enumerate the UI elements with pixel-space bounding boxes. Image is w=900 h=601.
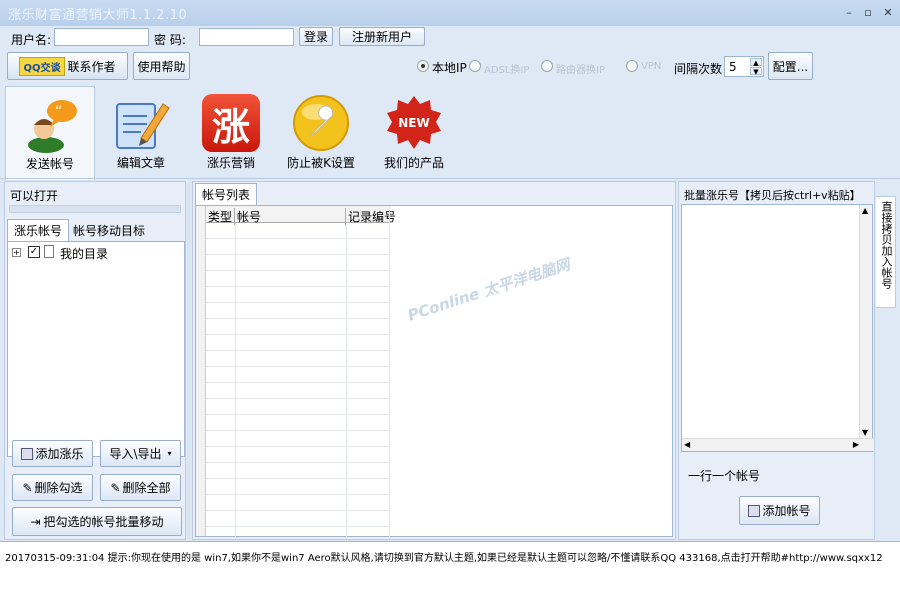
add-icon [748,504,761,517]
qq-contact-button[interactable]: QQ交谈 联系作者 [7,52,128,80]
stepper-down-icon[interactable]: ▼ [750,67,762,76]
add-account-button[interactable]: 添加帐号 [739,496,820,525]
delete-all-button[interactable]: ✎ 删除全部 [100,474,181,501]
tab-zhangle-accounts[interactable]: 涨乐帐号 [7,219,70,241]
minimize-icon[interactable]: – [841,6,857,20]
batch-account-textarea[interactable]: ▲ ▼ ◀ ▶ [681,204,874,452]
config-button[interactable]: 配置... [768,52,813,80]
vpn-radio[interactable] [626,60,638,72]
scroll-left-icon[interactable]: ◀ [684,440,690,449]
tool-label: 防止被K设置 [287,156,355,170]
register-button[interactable]: 注册新用户 [339,27,425,46]
side-tab-direct-copy[interactable]: 直接拷贝加入帐号 [876,196,896,308]
center-panel: 帐号列表 类型 帐号 记录编号 PConline 太平洋电脑网 [192,181,676,540]
zhang-glyph: 涨 [211,104,250,149]
router-ip-radio[interactable] [541,60,553,72]
tool-our-products[interactable]: NEW 我们的产品 [370,86,458,178]
close-icon[interactable]: ✕ [880,6,896,20]
svg-text:“: “ [55,104,62,120]
import-export-button[interactable]: 导入\导出 ▾ [100,440,181,467]
username-input[interactable] [54,28,149,46]
right-panel-title: 批量涨乐号【拷贝后按ctrl+v粘贴】 [684,189,861,202]
login-button[interactable]: 登录 [299,27,333,46]
title-bar: 涨乐财富通营销大师1.1.2.10 – ▫ ✕ [0,0,900,26]
contact-author-label: 联系作者 [67,59,116,74]
scroll-right-icon[interactable]: ▶ [853,440,859,449]
right-panel: 批量涨乐号【拷贝后按ctrl+v粘贴】 ▲ ▼ ◀ ▶ 一行一个帐号 添加帐号 [678,181,875,540]
tree-checkbox[interactable]: ✓ [28,246,40,258]
tab-account-list[interactable]: 帐号列表 [195,183,258,205]
tool-label: 编辑文章 [116,156,165,170]
username-label: 用户名: [11,33,52,47]
move-icon: ⇥ [30,514,41,529]
left-panel: 可以打开 涨乐帐号 帐号移动目标 + ✓ 我的目录 添加涨乐 导入\导出 ▾ ✎ 删… [4,181,186,540]
hint-one-per-line: 一行一个帐号 [688,469,761,483]
add-icon [21,447,34,460]
account-tree: + ✓ 我的目录 [7,241,185,457]
interval-value: 5 [729,60,737,74]
account-table: 类型 帐号 记录编号 PConline 太平洋电脑网 [195,205,673,537]
progress-bar [9,205,181,213]
side-tab-label: 直接拷贝加入帐号 [880,201,893,289]
row-header-strip [196,206,206,536]
dropdown-icon: ▾ [167,449,172,458]
scroll-up-icon[interactable]: ▲ [862,206,868,215]
maximize-icon[interactable]: ▫ [860,6,876,20]
horizontal-scrollbar[interactable]: ◀ ▶ [682,438,874,451]
tool-label: 我们的产品 [383,156,444,170]
tab-move-target[interactable]: 帐号移动目标 [73,222,145,239]
toolbar-divider [0,178,900,179]
batch-move-button[interactable]: ⇥ 把勾选的帐号批量移动 [12,507,182,536]
tool-zhangle-marketing[interactable]: 涨 涨乐营销 [187,86,275,178]
password-input[interactable] [199,28,294,46]
function-toolbar: “ 发送帐号 编辑文章 涨 涨乐营销 防止被K设置 NEW 我们的产品 [0,84,900,180]
watermark: PConline 太平洋电脑网 [405,255,573,325]
delete-checked-button[interactable]: ✎ 删除勾选 [12,474,93,501]
table-rows [206,223,390,537]
qq-chat-icon: QQ交谈 [19,56,65,76]
eraser-icon: ✎ [22,480,33,495]
interval-label: 间隔次数 [674,62,723,76]
new-badge-text: NEW [398,116,429,130]
eraser-icon: ✎ [110,480,121,495]
expand-icon[interactable]: + [12,248,21,257]
left-panel-title: 可以打开 [10,189,59,203]
status-log: 20170315-09:31:04 提示:你现在使用的是 win7,如果你不是w… [0,541,900,601]
adsl-ip-radio[interactable] [469,60,481,72]
tree-item-label: 我的目录 [60,247,109,261]
tool-send-account[interactable]: “ 发送帐号 [5,86,95,180]
wrench-icon [293,95,349,151]
stepper-up-icon[interactable]: ▲ [750,58,762,67]
router-ip-label: 路由器换IP [556,65,605,76]
splitter-handle[interactable] [187,181,191,540]
password-label: 密 码: [154,33,186,47]
new-badge-icon: NEW [387,96,441,149]
table-header: 类型 帐号 记录编号 [206,206,396,225]
file-icon [44,245,54,258]
user-chat-icon: “ [28,100,77,153]
local-ip-radio[interactable] [417,60,429,72]
tool-edit-article[interactable]: 编辑文章 [97,86,185,178]
zhang-logo-icon: 涨 [202,94,260,152]
log-line: 20170315-09:31:04 提示:你现在使用的是 win7,如果你不是w… [5,553,883,564]
edit-document-icon [116,103,170,149]
vpn-label: VPN [641,61,662,72]
help-button[interactable]: 使用帮助 [133,52,190,80]
add-zhangle-button[interactable]: 添加涨乐 [12,440,93,467]
vertical-scrollbar[interactable]: ▲ ▼ [859,205,872,438]
scroll-down-icon[interactable]: ▼ [862,428,868,437]
interval-stepper[interactable]: 5 ▲ ▼ [724,56,764,77]
local-ip-label: 本地IP [432,61,467,75]
adsl-ip-label: ADSL换IP [484,65,530,76]
tool-label: 发送帐号 [25,157,74,171]
window-title: 涨乐财富通营销大师1.1.2.10 [8,8,188,23]
tool-anti-ban-settings[interactable]: 防止被K设置 [277,86,365,178]
tool-label: 涨乐营销 [206,156,255,170]
